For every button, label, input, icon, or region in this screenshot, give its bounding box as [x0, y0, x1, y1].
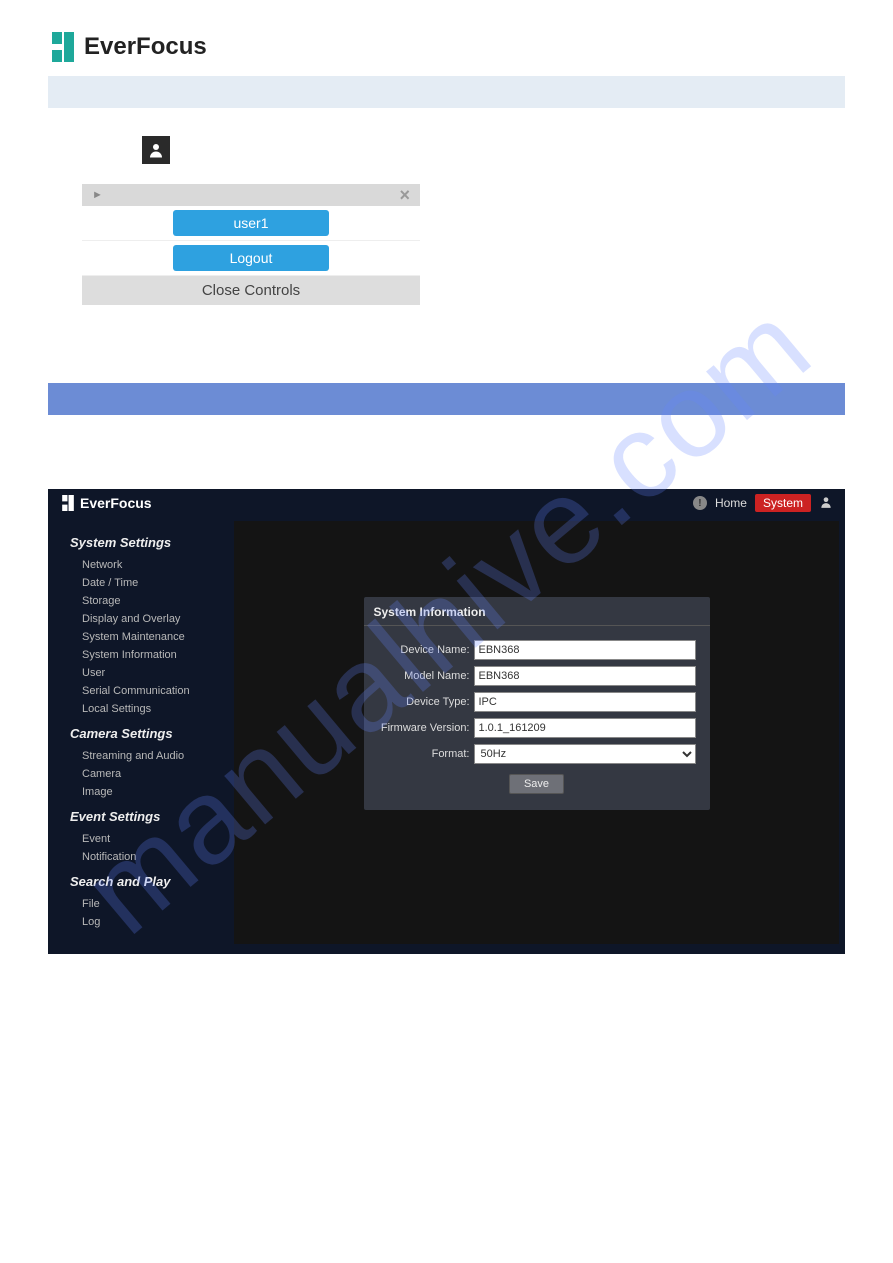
sidebar-item-notification[interactable]: Notification: [70, 848, 230, 866]
select-format[interactable]: 50Hz: [474, 744, 696, 764]
logout-button[interactable]: Logout: [173, 245, 329, 271]
input-firmware[interactable]: [474, 718, 696, 738]
save-button[interactable]: Save: [509, 774, 564, 794]
user-icon-button[interactable]: [142, 136, 170, 164]
sidebar-heading: Event Settings: [70, 809, 230, 824]
light-band: [48, 76, 845, 108]
expand-icon[interactable]: ►: [92, 189, 103, 201]
sidebar-item-sysinfo[interactable]: System Information: [70, 646, 230, 664]
user-button[interactable]: user1: [173, 210, 329, 236]
main-area: System Information Device Name: Model Na…: [234, 521, 839, 944]
sidebar-item-streaming[interactable]: Streaming and Audio: [70, 747, 230, 765]
label-device-type: Device Type:: [378, 696, 474, 708]
sidebar-heading: Search and Play: [70, 874, 230, 889]
sidebar-item-log[interactable]: Log: [70, 913, 230, 931]
input-device-type[interactable]: [474, 692, 696, 712]
sidebar-item-image[interactable]: Image: [70, 783, 230, 801]
info-icon[interactable]: !: [693, 496, 707, 510]
nav-home[interactable]: Home: [715, 496, 747, 510]
sidebar-item-user[interactable]: User: [70, 664, 230, 682]
label-model-name: Model Name:: [378, 670, 474, 682]
sidebar-item-event[interactable]: Event: [70, 830, 230, 848]
sidebar-item-serial[interactable]: Serial Communication: [70, 682, 230, 700]
sidebar-item-network[interactable]: Network: [70, 556, 230, 574]
sidebar-item-camera[interactable]: Camera: [70, 765, 230, 783]
sidebar-item-maintenance[interactable]: System Maintenance: [70, 628, 230, 646]
label-device-name: Device Name:: [378, 644, 474, 656]
brand-name: EverFocus: [84, 33, 207, 61]
input-model-name[interactable]: [474, 666, 696, 686]
sidebar-heading: Camera Settings: [70, 726, 230, 741]
blue-band: [48, 383, 845, 415]
user-icon: [147, 141, 165, 159]
nav-user-icon[interactable]: [819, 495, 833, 512]
sidebar-item-display[interactable]: Display and Overlay: [70, 610, 230, 628]
sidebar-item-file[interactable]: File: [70, 895, 230, 913]
app-brand-name: EverFocus: [80, 495, 152, 511]
sidebar-item-local[interactable]: Local Settings: [70, 700, 230, 718]
system-info-panel: System Information Device Name: Model Na…: [364, 597, 710, 810]
sidebar: System Settings Network Date / Time Stor…: [48, 517, 230, 954]
panel-title: System Information: [364, 597, 710, 626]
app-logo-icon: [60, 494, 76, 512]
user-controls-panel: ► × user1 Logout Close Controls: [82, 184, 420, 305]
label-firmware: Firmware Version:: [378, 722, 474, 734]
nav-system[interactable]: System: [755, 494, 811, 512]
brand-logo-row: EverFocus: [48, 30, 845, 64]
input-device-name[interactable]: [474, 640, 696, 660]
app-topbar: EverFocus ! Home System: [48, 489, 845, 517]
top-nav: ! Home System: [693, 494, 833, 512]
logo-icon: [48, 30, 78, 64]
sidebar-item-storage[interactable]: Storage: [70, 592, 230, 610]
label-format: Format:: [378, 748, 474, 760]
close-controls-button[interactable]: Close Controls: [82, 276, 420, 305]
controls-header: ► ×: [82, 184, 420, 206]
close-icon[interactable]: ×: [399, 185, 410, 206]
app-screenshot: EverFocus ! Home System System Settings …: [48, 489, 845, 954]
sidebar-item-datetime[interactable]: Date / Time: [70, 574, 230, 592]
sidebar-heading: System Settings: [70, 535, 230, 550]
app-logo: EverFocus: [60, 494, 152, 512]
